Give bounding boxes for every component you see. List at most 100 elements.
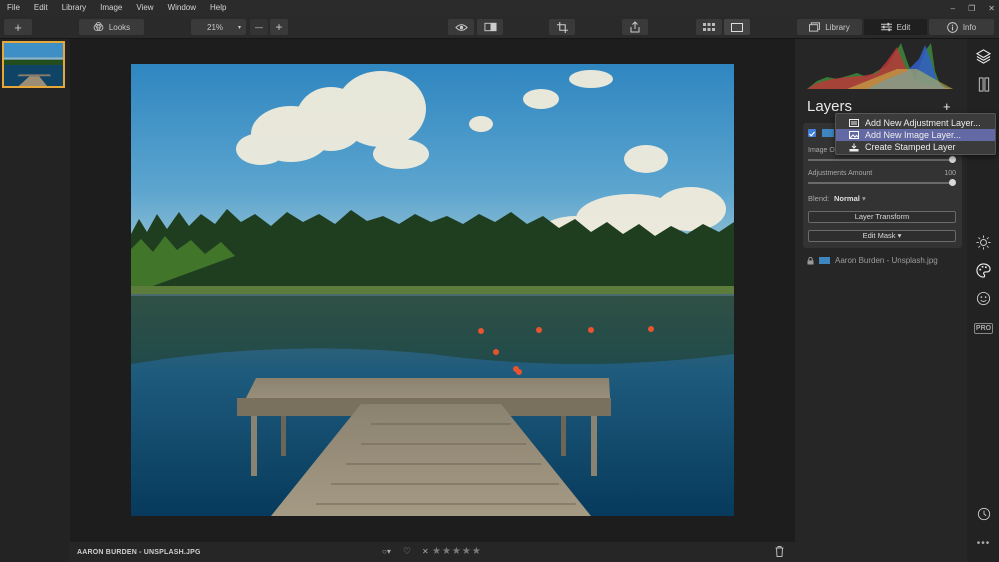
menu-add-image-layer-label: Add New Image Layer... [865,130,962,140]
grid-view-button[interactable] [696,19,722,35]
filmstrip [0,39,70,562]
chevron-down-icon: ▾ [237,24,241,31]
tab-library-label: Library [825,22,850,32]
lake-dock-photo [131,64,734,516]
layer-thumbnail [822,129,834,137]
looks-icon [93,21,104,31]
histogram [807,41,953,91]
tab-info-label: Info [962,22,977,32]
share-button[interactable] [622,19,648,35]
trash-icon[interactable] [775,546,784,560]
image-opacity-slider[interactable] [808,159,953,161]
menu-image[interactable]: Image [93,0,129,16]
zoom-value: 21% [207,22,224,32]
chevron-down-icon: ▾ [861,194,866,203]
add-layer-menu: Add New Adjustment Layer... Add New Imag… [835,113,996,155]
palette-icon[interactable] [975,262,992,279]
single-view-button[interactable] [724,19,750,35]
share-icon [630,21,640,33]
thumbnail-image [4,43,63,86]
adjustments-amount-label: Adjustments Amount [808,170,873,177]
layer-visible-checkbox[interactable] [808,129,816,137]
compare-button[interactable] [477,19,503,35]
zoom-in-label: + [275,20,283,34]
menu-library[interactable]: Library [55,0,93,16]
menu-add-image-layer[interactable]: Add New Image Layer... [836,129,995,141]
base-layer-row[interactable]: Aaron Burden - Unsplash.jpg [807,256,938,265]
menu-create-stamped-layer[interactable]: Create Stamped Layer [836,141,995,153]
add-button-label: + [14,19,22,35]
adjustments-amount-handle[interactable] [949,179,956,186]
canvas-panel-icon[interactable] [975,76,992,93]
window-controls: – ❐ ✕ [951,0,995,16]
tab-library[interactable]: Library [797,19,862,35]
add-button[interactable]: + [4,19,32,35]
looks-label: Looks [108,22,131,32]
close-button[interactable]: ✕ [988,4,995,13]
toolbar: + Looks 21% ▾ — + Library Edit Info [0,16,999,39]
zoom-dropdown[interactable]: 21% ▾ [191,19,246,35]
menu-file[interactable]: File [0,0,27,16]
more-options-icon[interactable]: ••• [975,535,992,552]
thumbnail-selected[interactable] [2,41,65,88]
pro-label: PRO [973,323,994,334]
blend-mode-select[interactable]: Normal ▾ [834,194,866,203]
menu-window[interactable]: Window [161,0,203,16]
menu-create-stamped-layer-label: Create Stamped Layer [865,142,956,152]
menu-add-adjustment-layer[interactable]: Add New Adjustment Layer... [836,117,995,129]
stamp-icon [849,143,859,151]
add-layer-button[interactable]: + [943,99,951,114]
minimize-button[interactable]: – [951,4,955,13]
tab-edit-label: Edit [896,22,911,32]
edit-mask-button[interactable]: Edit Mask ▾ [808,230,956,242]
face-icon[interactable] [975,290,992,307]
layer-transform-button[interactable]: Layer Transform [808,211,956,223]
crop-icon [556,21,568,33]
adjustments-amount-slider[interactable] [808,182,953,184]
menu-add-adjustment-layer-label: Add New Adjustment Layer... [865,118,981,128]
file-name: AARON BURDEN - UNSPLASH.JPG [77,548,201,556]
menu-view[interactable]: View [129,0,160,16]
tab-info[interactable]: Info [929,19,994,35]
history-icon[interactable] [975,505,992,522]
sun-icon[interactable] [975,234,992,251]
pro-tools-icon[interactable]: PRO [973,320,994,337]
split-view-icon [483,22,497,32]
sliders-icon [880,22,892,32]
main-photo[interactable] [131,64,734,516]
looks-button[interactable]: Looks [79,19,144,35]
menu-bar: File Edit Library Image View Window Help… [0,0,999,16]
crop-button[interactable] [549,19,575,35]
image-opacity-handle[interactable] [949,156,956,163]
eye-icon [454,23,468,31]
blend-label: Blend: [808,194,830,203]
status-bar: AARON BURDEN - UNSPLASH.JPG ○▾ ♡ ✕ ★★★★★ [70,542,795,562]
single-image-icon [731,22,743,32]
grid-icon [703,22,715,31]
menu-help[interactable]: Help [203,0,233,16]
zoom-in-button[interactable]: + [270,19,288,35]
image-opacity-label: Image O [808,147,835,154]
reject-button[interactable]: ✕ [422,547,429,556]
base-layer-name: Aaron Burden - Unsplash.jpg [835,256,938,265]
menu-edit[interactable]: Edit [27,0,55,16]
blend-mode-value: Normal [834,194,860,203]
heart-icon[interactable]: ♡ [403,546,411,557]
adjustment-layer-icon [849,119,859,127]
edit-mask-label: Edit Mask [862,231,896,240]
adjustments-amount-value: 100 [944,170,956,177]
preview-button[interactable] [448,19,474,35]
info-icon [947,21,958,33]
star-rating[interactable]: ★★★★★ [432,546,482,557]
color-label-icon[interactable]: ○▾ [382,547,391,556]
restore-button[interactable]: ❐ [968,4,975,13]
base-layer-thumbnail [819,257,830,264]
layers-icon[interactable] [975,48,992,65]
image-layer-icon [849,131,859,139]
zoom-out-button[interactable]: — [250,19,268,35]
zoom-out-label: — [255,22,263,32]
library-icon [809,22,821,32]
tab-edit[interactable]: Edit [864,19,927,35]
image-canvas[interactable] [70,39,795,542]
lock-icon [807,256,814,264]
